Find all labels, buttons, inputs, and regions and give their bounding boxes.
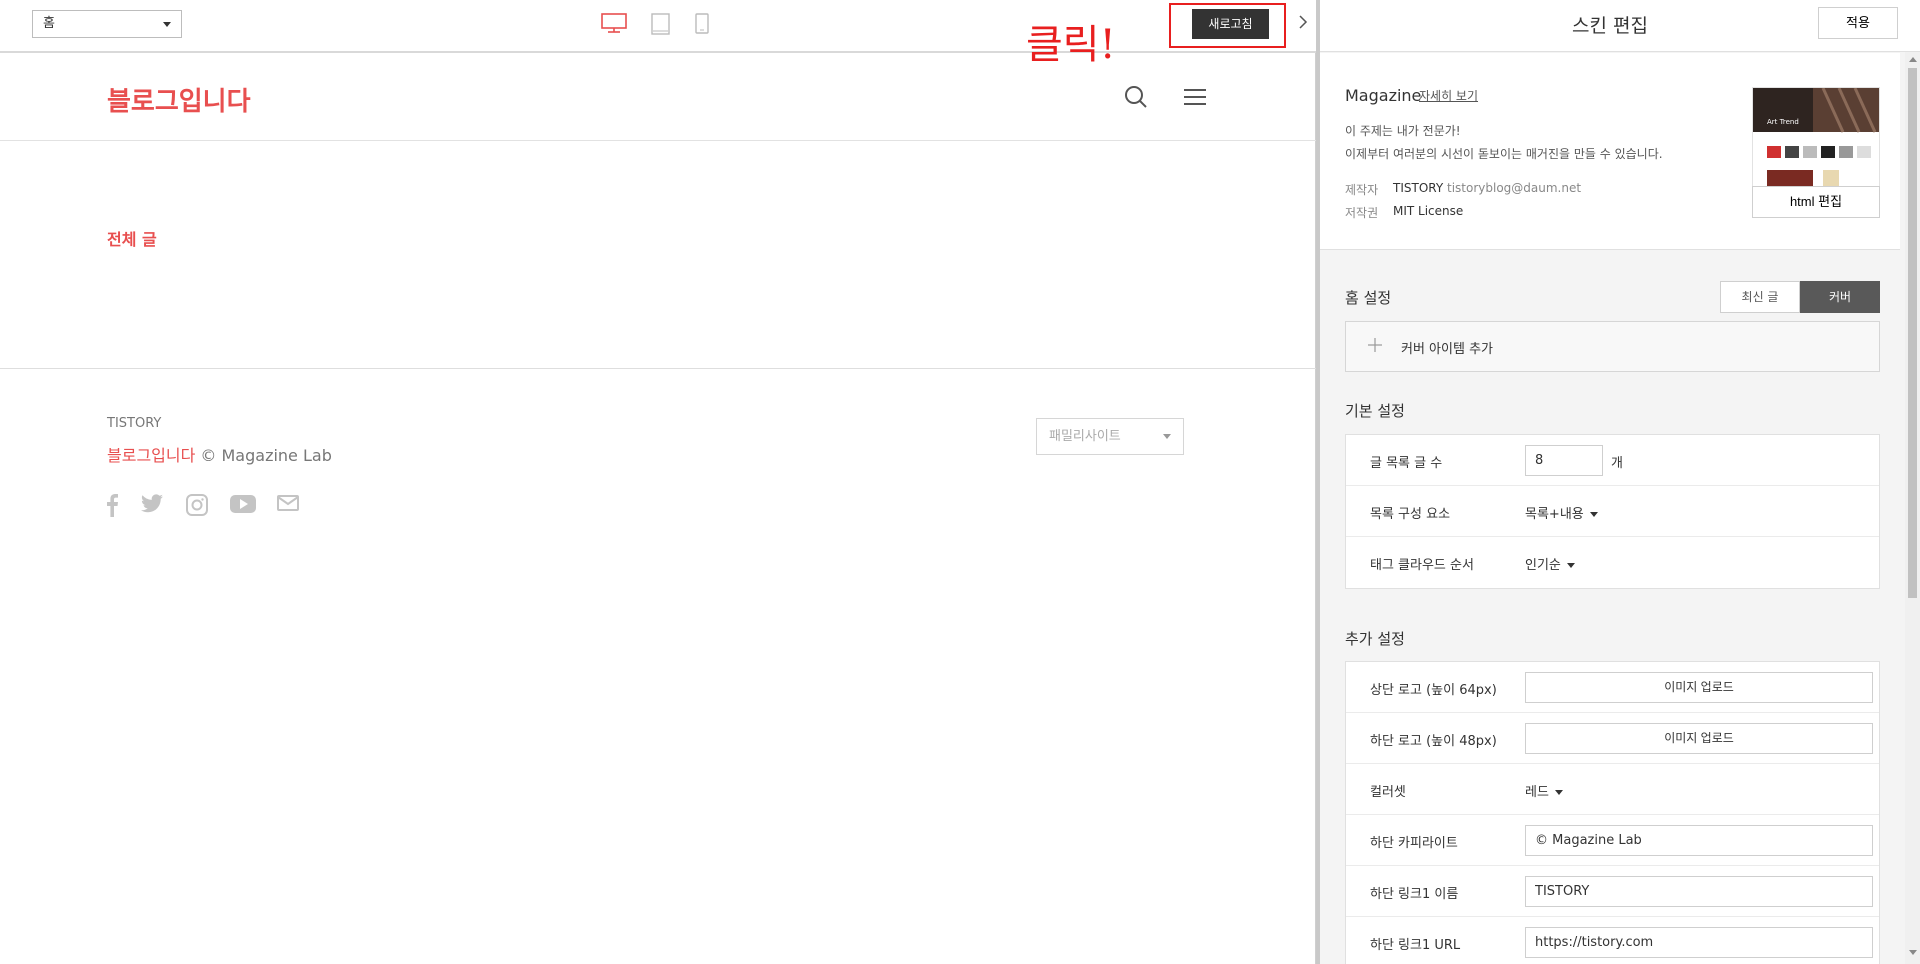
footer-link1-url-input[interactable] [1525, 927, 1873, 958]
setting-label: 태그 클라우드 순서 [1370, 558, 1474, 573]
blog-title[interactable]: 블로그입니다 [107, 81, 251, 118]
home-settings-title: 홈 설정 [1345, 289, 1392, 307]
page-select-value: 홈 [43, 16, 55, 31]
html-edit-button[interactable]: html 편집 [1752, 186, 1880, 218]
maker-name: TISTORY [1393, 181, 1444, 195]
blog-preview: 홈 클릭! 새로고침 블로그입니다 전체 글 TISTORY 블로그입니다 © … [0, 0, 1316, 964]
bottom-logo-upload-button[interactable]: 이미지 업로드 [1525, 723, 1873, 754]
setting-row: 하단 링크1 URL [1346, 917, 1879, 964]
setting-label: 하단 카피라이트 [1370, 836, 1458, 851]
basic-settings-title: 기본 설정 [1345, 402, 1405, 420]
setting-row: 태그 클라우드 순서 인기순 [1346, 537, 1879, 588]
license-value: MIT License [1393, 204, 1464, 218]
setting-row: 하단 카피라이트 [1346, 815, 1879, 866]
skin-details-link[interactable]: 자세히 보기 [1419, 87, 1478, 104]
tablet-icon[interactable] [651, 13, 671, 39]
tag-order-dropdown[interactable]: 인기순 [1525, 554, 1575, 573]
caret-down-icon [1589, 512, 1598, 517]
mobile-icon[interactable] [695, 13, 709, 39]
menu-icon[interactable] [1183, 88, 1207, 110]
home-mode-toggle: 최신 글 커버 [1720, 281, 1880, 313]
skin-editor-panel: 스킨 편집 적용 Magazine 자세히 보기 이 주제는 내가 전문가! 이… [1320, 0, 1920, 964]
scroll-down-icon[interactable] [1909, 950, 1917, 955]
toggle-latest[interactable]: 최신 글 [1720, 281, 1800, 313]
setting-row: 글 목록 글 수 개 [1346, 435, 1879, 486]
footer-link-tistory[interactable]: TISTORY [107, 416, 161, 431]
scroll-up-icon[interactable] [1909, 57, 1917, 62]
post-count-input[interactable] [1525, 445, 1603, 476]
page-select[interactable]: 홈 [32, 10, 182, 38]
skin-desc-line1: 이 주제는 내가 전문가! [1345, 124, 1461, 138]
footer-copyright-text: © Magazine Lab [195, 446, 332, 465]
mail-icon[interactable] [277, 493, 299, 517]
instagram-icon[interactable] [185, 493, 209, 521]
footer-copyright: 블로그입니다 © Magazine Lab [107, 442, 332, 466]
license-key: 저작권 [1345, 206, 1379, 220]
family-site-select[interactable]: 패밀리사이트 [1036, 418, 1184, 455]
top-logo-upload-button[interactable]: 이미지 업로드 [1525, 672, 1873, 703]
caret-down-icon [1163, 434, 1171, 439]
colorset-dropdown[interactable]: 레드 [1525, 781, 1563, 800]
skin-thumbnail: Art Trend [1752, 87, 1880, 187]
skin-desc-line2: 이제부터 여러분의 시선이 돋보이는 매거진을 만들 수 있습니다. [1345, 147, 1663, 161]
extra-settings-title: 추가 설정 [1345, 630, 1405, 648]
footer-blog-name: 블로그입니다 [107, 446, 196, 465]
chevron-right-icon[interactable] [1298, 14, 1308, 33]
blog-header: 블로그입니다 [0, 55, 1316, 141]
plus-icon [1368, 333, 1382, 358]
setting-label: 상단 로고 (높이 64px) [1370, 683, 1497, 698]
desktop-icon[interactable] [601, 13, 627, 37]
setting-row: 하단 링크1 이름 [1346, 866, 1879, 917]
skin-name: Magazine [1345, 86, 1422, 105]
divider [0, 368, 1316, 369]
footer-link1-name-input[interactable] [1525, 876, 1873, 907]
caret-down-icon [1554, 790, 1563, 795]
panel-title: 스킨 편집 [1572, 15, 1648, 37]
maker-email: tistoryblog@daum.net [1447, 181, 1582, 195]
panel-scrollbar[interactable] [1905, 52, 1920, 964]
preview-toolbar: 홈 클릭! 새로고침 [0, 0, 1316, 68]
apply-button[interactable]: 적용 [1818, 7, 1898, 39]
family-site-placeholder: 패밀리사이트 [1049, 429, 1121, 444]
extra-settings-box: 상단 로고 (높이 64px) 이미지 업로드 하단 로고 (높이 48px) … [1345, 661, 1880, 964]
footer-copyright-input[interactable] [1525, 825, 1873, 856]
skin-info: Magazine 자세히 보기 이 주제는 내가 전문가! 이제부터 여러분의 … [1320, 53, 1900, 250]
scrollbar-thumb[interactable] [1908, 68, 1917, 598]
setting-row: 상단 로고 (높이 64px) 이미지 업로드 [1346, 662, 1879, 713]
list-elements-value: 목록+내용 [1525, 507, 1584, 522]
setting-label: 글 목록 글 수 [1370, 456, 1443, 471]
setting-label: 하단 링크1 URL [1370, 938, 1461, 953]
colorset-value: 레드 [1525, 785, 1549, 800]
setting-label: 하단 링크1 이름 [1370, 887, 1459, 902]
setting-label: 컬러셋 [1370, 785, 1406, 800]
facebook-icon[interactable] [105, 493, 119, 521]
tag-order-value: 인기순 [1525, 558, 1561, 573]
caret-down-icon [1566, 563, 1575, 568]
caret-down-icon [163, 22, 171, 27]
add-cover-item-button[interactable]: 커버 아이템 추가 [1345, 321, 1880, 372]
add-cover-label: 커버 아이템 추가 [1401, 342, 1493, 357]
setting-label: 하단 로고 (높이 48px) [1370, 734, 1497, 749]
setting-row: 컬러셋 레드 [1346, 764, 1879, 815]
maker-value: TISTORY tistoryblog@daum.net [1393, 181, 1581, 195]
panel-header: 스킨 편집 적용 [1320, 0, 1920, 52]
setting-label: 목록 구성 요소 [1370, 507, 1451, 522]
setting-row: 하단 로고 (높이 48px) 이미지 업로드 [1346, 713, 1879, 764]
setting-row: 목록 구성 요소 목록+내용 [1346, 486, 1879, 537]
toggle-cover[interactable]: 커버 [1800, 281, 1880, 313]
youtube-icon[interactable] [229, 493, 257, 519]
search-icon[interactable] [1124, 85, 1148, 113]
maker-key: 제작자 [1345, 183, 1379, 197]
twitter-icon[interactable] [140, 493, 164, 519]
thumb-caption: Art Trend [1767, 118, 1799, 126]
all-posts-heading[interactable]: 전체 글 [107, 226, 157, 250]
post-count-unit: 개 [1611, 456, 1623, 471]
list-elements-dropdown[interactable]: 목록+내용 [1525, 503, 1598, 522]
basic-settings-box: 글 목록 글 수 개 목록 구성 요소 목록+내용 태그 클라우드 순서 인기순 [1345, 434, 1880, 589]
refresh-button[interactable]: 새로고침 [1192, 9, 1269, 39]
